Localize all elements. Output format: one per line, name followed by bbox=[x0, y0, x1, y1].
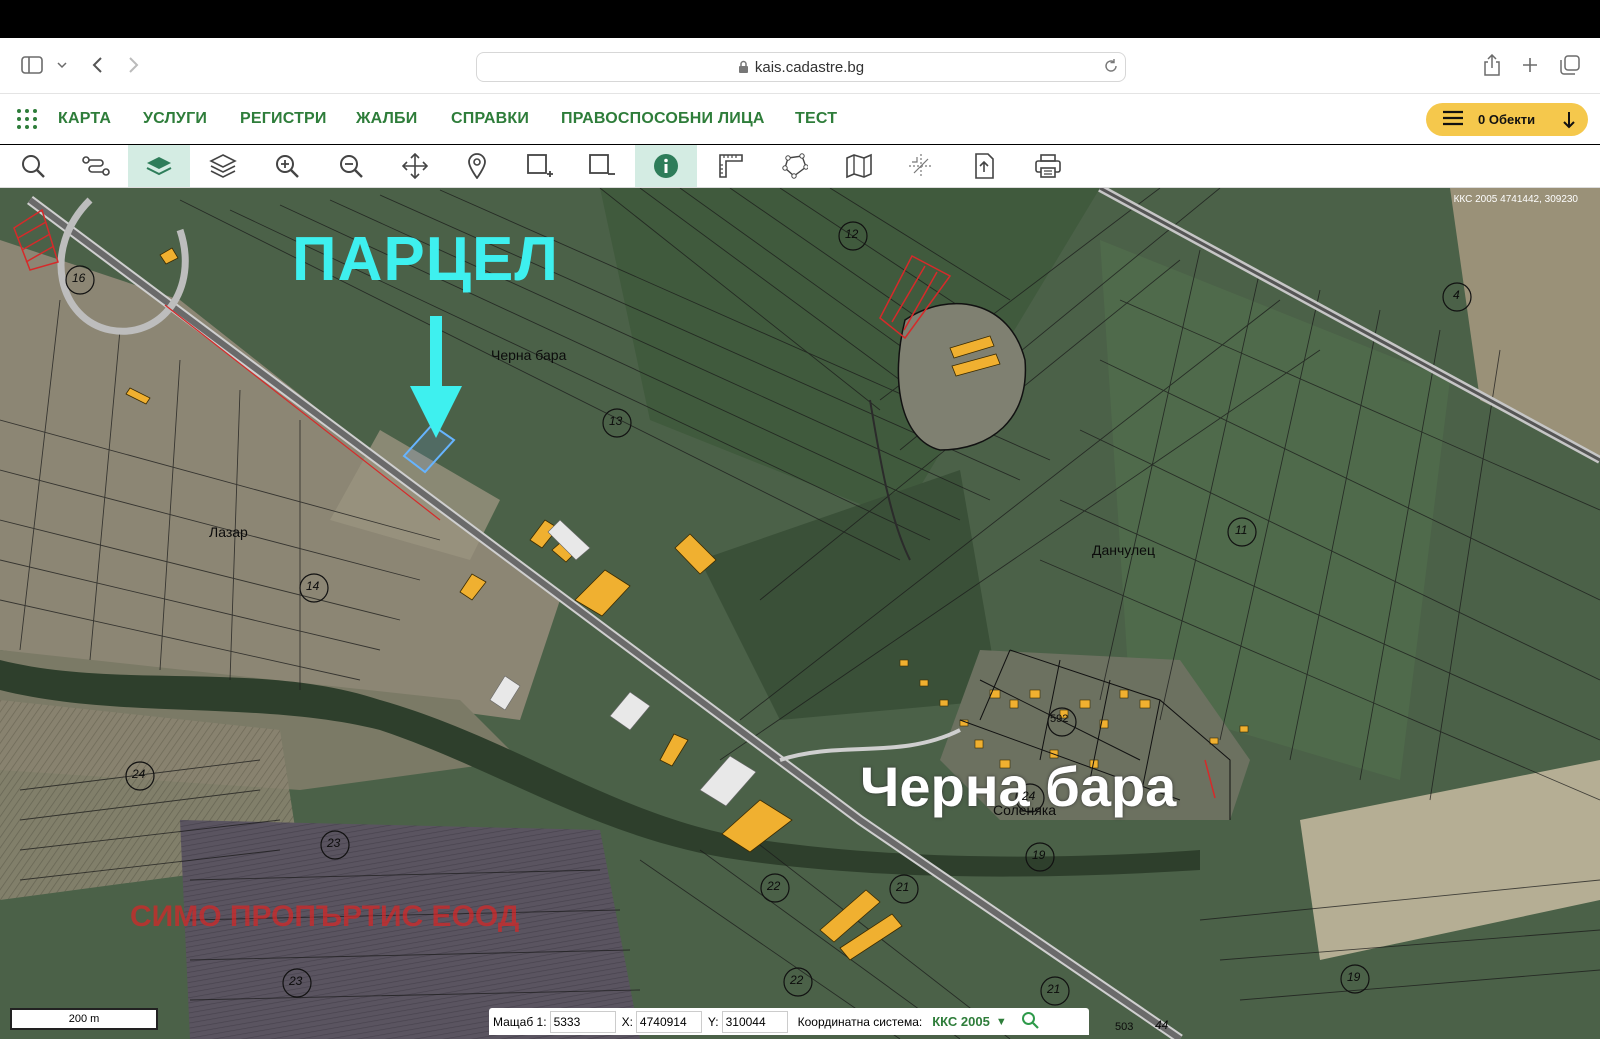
place-label-solenyaka: Соленяка bbox=[993, 802, 1057, 818]
measure-tool-icon[interactable] bbox=[700, 145, 762, 187]
nav-pravosposobni-lica[interactable]: ПРАВОСПОСОБНИ ЛИЦА bbox=[561, 110, 765, 128]
base-layer-tool-icon[interactable] bbox=[128, 145, 190, 187]
coordinate-readout: ККС 2005 4741442, 309230 bbox=[1453, 194, 1578, 205]
lock-icon bbox=[738, 60, 748, 73]
scale-bar: 200 m bbox=[10, 1008, 158, 1030]
nav-registri[interactable]: РЕГИСТРИ bbox=[240, 110, 327, 128]
new-tab-icon[interactable] bbox=[1518, 53, 1542, 77]
map-tool-icon[interactable] bbox=[828, 145, 890, 187]
area-number: 13 bbox=[609, 414, 623, 428]
area-number: 22 bbox=[767, 879, 781, 893]
area-number: 21 bbox=[896, 880, 910, 894]
place-label-danchulets: Данчулец bbox=[1092, 542, 1155, 558]
map-toolbar bbox=[0, 145, 1600, 188]
select-add-tool-icon[interactable] bbox=[509, 145, 571, 187]
search-tool-icon[interactable] bbox=[2, 145, 64, 187]
scale-bar-label: 200 m bbox=[68, 1013, 100, 1025]
coordinate-system-label: Координатна система: bbox=[797, 1014, 923, 1029]
route-tool-icon[interactable] bbox=[65, 145, 127, 187]
address-bar[interactable]: kais.cadastre.bg bbox=[476, 52, 1126, 82]
crosshair-tool-icon[interactable] bbox=[890, 145, 952, 187]
nav-karta[interactable]: КАРТА bbox=[58, 110, 111, 128]
owner-annotation: СИМО ПРОПЪРТИС ЕООД bbox=[130, 900, 520, 933]
back-icon[interactable] bbox=[85, 53, 109, 77]
pin-tool-icon[interactable] bbox=[446, 145, 508, 187]
area-number: 19 bbox=[1032, 848, 1046, 862]
area-number: 23 bbox=[327, 836, 341, 850]
menu-icon bbox=[1442, 110, 1464, 129]
share-icon[interactable] bbox=[1480, 53, 1504, 77]
cadastral-map[interactable]: ККС 2005 4741442, 309230 ПАРЦЕЛ Черна ба… bbox=[0, 188, 1600, 1039]
url-text: kais.cadastre.bg bbox=[754, 58, 865, 76]
layers-tool-icon[interactable] bbox=[192, 145, 254, 187]
area-number: 592 bbox=[1050, 713, 1069, 725]
pan-tool-icon[interactable] bbox=[384, 145, 446, 187]
nav-zhalbi[interactable]: ЖАЛБИ bbox=[356, 110, 417, 128]
download-arrow-icon bbox=[1562, 111, 1576, 132]
y-input[interactable]: 310044 bbox=[721, 1010, 788, 1033]
zoom-in-tool-icon[interactable] bbox=[256, 145, 318, 187]
place-label-cherna-bara: Черна бара bbox=[491, 347, 567, 363]
zoom-out-tool-icon[interactable] bbox=[320, 145, 382, 187]
area-number: 24 bbox=[1022, 789, 1036, 803]
area-number: 19 bbox=[1347, 970, 1361, 984]
area-number: 503 bbox=[1115, 1021, 1134, 1033]
area-number: 4 bbox=[1453, 288, 1460, 302]
objects-count: 0 Обекти bbox=[1478, 112, 1536, 127]
polygon-tool-icon[interactable] bbox=[764, 145, 826, 187]
search-coordinates-icon[interactable] bbox=[1021, 1011, 1039, 1032]
y-label: Y: bbox=[707, 1014, 719, 1029]
nav-uslugi[interactable]: УСЛУГИ bbox=[143, 110, 207, 128]
area-number: 23 bbox=[289, 974, 303, 988]
nav-spravki[interactable]: СПРАВКИ bbox=[451, 110, 529, 128]
area-number: 22 bbox=[790, 973, 804, 987]
area-number: 16 bbox=[72, 271, 86, 285]
parcel-annotation: ПАРЦЕЛ bbox=[292, 225, 559, 294]
nav-test[interactable]: ТЕСТ bbox=[795, 110, 837, 128]
browser-chrome: kais.cadastre.bg bbox=[0, 38, 1600, 94]
area-number: 44 bbox=[1155, 1018, 1169, 1032]
select-remove-tool-icon[interactable] bbox=[571, 145, 633, 187]
info-tool-icon[interactable] bbox=[635, 145, 697, 187]
tabs-overview-icon[interactable] bbox=[1558, 53, 1582, 77]
export-tool-icon[interactable] bbox=[953, 145, 1015, 187]
coordinate-system-select[interactable]: ККС 2005 bbox=[926, 1014, 996, 1029]
area-number: 14 bbox=[306, 579, 320, 593]
print-tool-icon[interactable] bbox=[1017, 145, 1079, 187]
area-number: 24 bbox=[132, 767, 146, 781]
apps-grid-icon[interactable] bbox=[16, 108, 38, 135]
area-number: 12 bbox=[845, 227, 859, 241]
forward-icon[interactable] bbox=[122, 53, 146, 77]
objects-button[interactable]: 0 Обекти bbox=[1426, 103, 1588, 136]
area-number: 11 bbox=[1235, 523, 1248, 537]
chevron-down-icon[interactable] bbox=[50, 53, 74, 77]
x-label: X: bbox=[621, 1014, 633, 1029]
sidebar-icon[interactable] bbox=[20, 53, 44, 77]
scale-label: Мащаб 1: bbox=[493, 1014, 547, 1029]
dropdown-triangle-icon[interactable]: ▼ bbox=[996, 1016, 1007, 1028]
place-label-lazar: Лазар bbox=[209, 524, 248, 540]
app-navbar: КАРТА УСЛУГИ РЕГИСТРИ ЖАЛБИ СПРАВКИ ПРАВ… bbox=[0, 94, 1600, 144]
area-number: 21 bbox=[1047, 982, 1061, 996]
coordinate-bar: Мащаб 1: 5333 X: 4740914 Y: 310044 Коорд… bbox=[489, 1008, 1089, 1035]
scale-input[interactable]: 5333 bbox=[549, 1010, 616, 1033]
reload-icon[interactable] bbox=[1103, 58, 1119, 78]
x-input[interactable]: 4740914 bbox=[635, 1010, 702, 1033]
top-black-bar bbox=[0, 0, 1600, 38]
